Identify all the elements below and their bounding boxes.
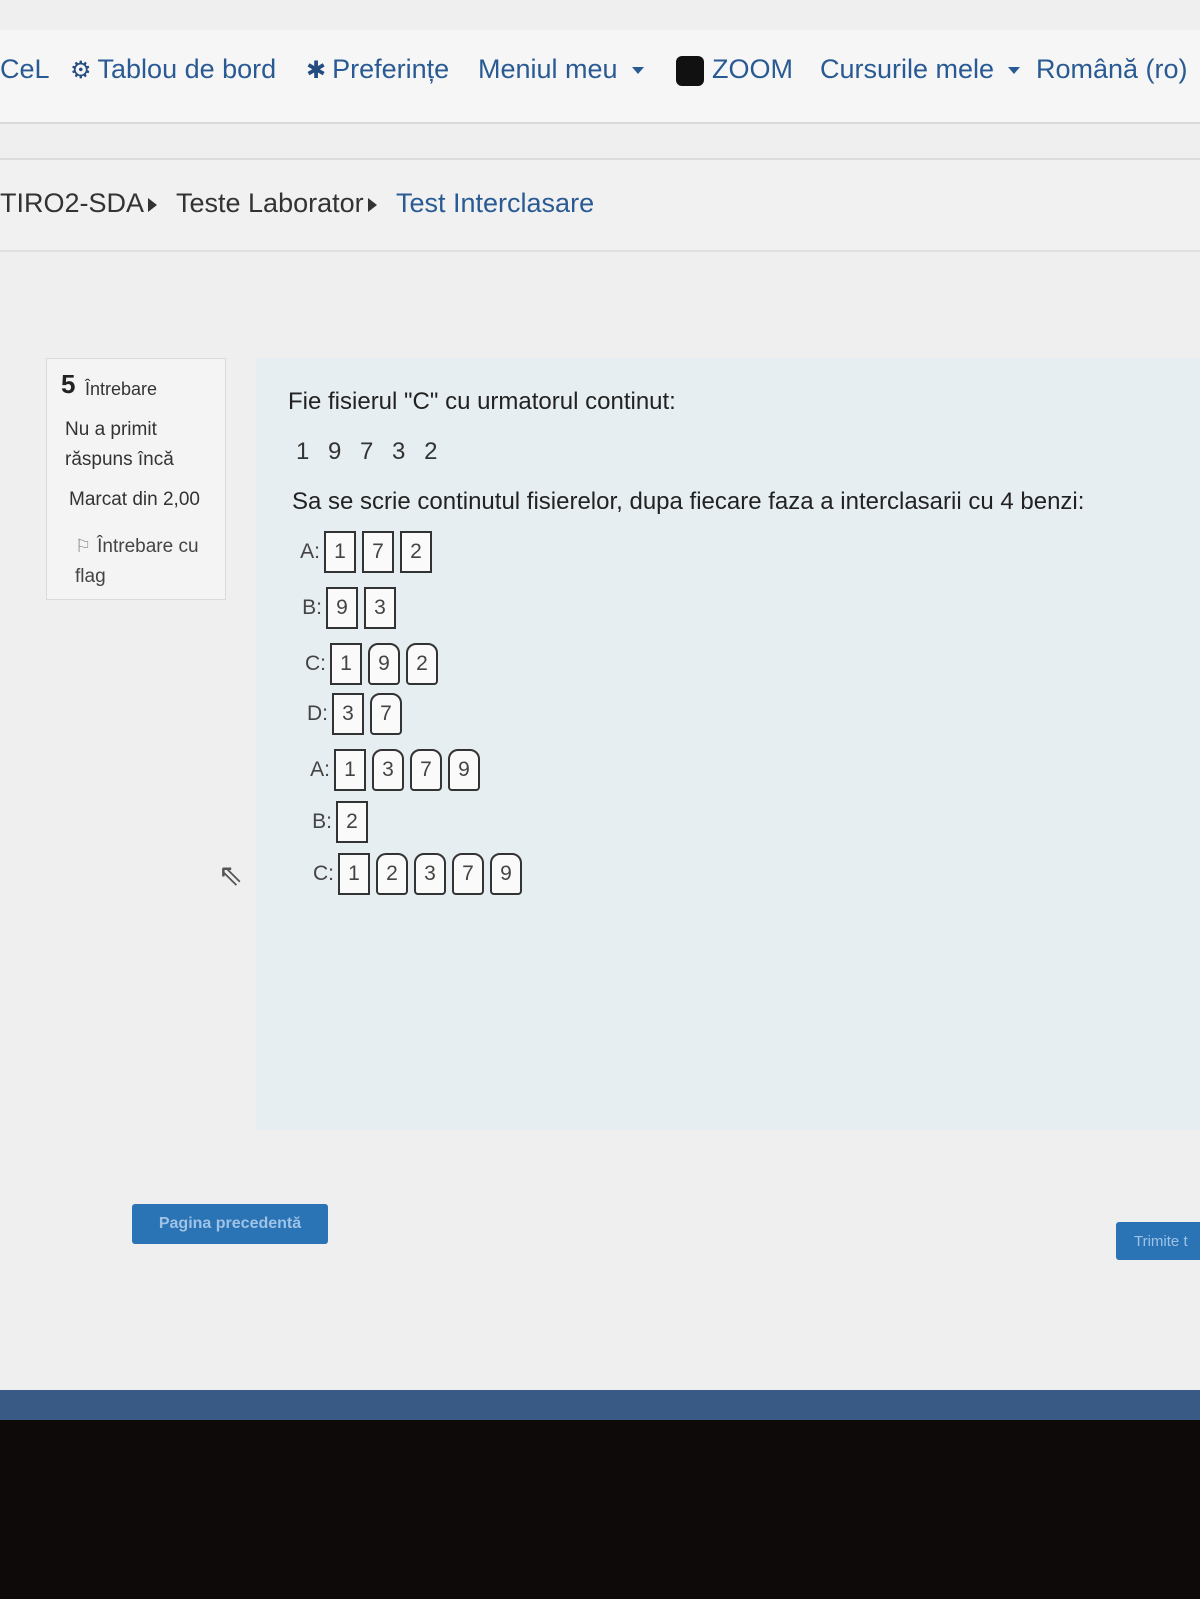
nav-my-menu[interactable]: Meniul meu (478, 54, 644, 85)
question-task: Sa se scrie continutul fisierelor, dupa … (292, 488, 1085, 515)
breadcrumb-separator-icon (368, 198, 377, 212)
answer-input[interactable]: 3 (332, 693, 364, 735)
tape-label: C: (305, 652, 326, 675)
answer-input[interactable]: 2 (400, 531, 432, 573)
nav-dashboard-label: Tablou de bord (97, 54, 277, 84)
answer-input[interactable]: 1 (330, 643, 362, 685)
breadcrumb: TIRO2-SDA Teste Laborator Test Interclas… (0, 158, 1200, 252)
nav-site-name[interactable]: CeL (0, 54, 50, 85)
flag-question-label: Întrebare cu flag (75, 536, 199, 587)
answer-input[interactable]: 2 (376, 853, 408, 895)
answer-row: C: 1 2 3 7 9 (308, 852, 528, 896)
question-mark: Marcat din 2,00 (69, 489, 200, 510)
top-navbar: CeL ⚙ Tablou de bord ✱ Preferințe Meniul m… (0, 30, 1200, 124)
nav-my-courses[interactable]: Cursurile mele (820, 54, 1021, 85)
answer-input[interactable]: 3 (414, 853, 446, 895)
nav-preferences-label: Preferințe (332, 54, 450, 84)
answer-input[interactable]: 7 (410, 749, 442, 791)
question-text: Fie fisierul "C" cu urmatorul continut: (288, 388, 676, 415)
answer-input[interactable]: 9 (448, 749, 480, 791)
tape-label: D: (307, 702, 328, 725)
nav-language[interactable]: Română (ro) (1036, 54, 1188, 85)
answer-input[interactable]: 9 (490, 853, 522, 895)
answer-input[interactable]: 3 (364, 587, 396, 629)
answer-input[interactable]: 7 (362, 531, 394, 573)
chevron-down-icon (631, 67, 644, 75)
gear-icon: ✱ (306, 57, 327, 84)
answer-input[interactable]: 1 (334, 749, 366, 791)
dashboard-icon: ⚙ (70, 57, 92, 84)
answer-row: B: 9 3 (296, 586, 402, 630)
answer-input[interactable]: 7 (370, 693, 402, 735)
nav-my-menu-label: Meniul meu (478, 54, 618, 84)
answer-input[interactable]: 2 (336, 801, 368, 843)
answer-input[interactable]: 3 (372, 749, 404, 791)
answer-row: D: 3 7 (302, 692, 408, 736)
breadcrumb-course[interactable]: TIRO2-SDA (0, 188, 144, 219)
submit-button[interactable]: Trimite t (1116, 1222, 1200, 1260)
breadcrumb-lab-tests[interactable]: Teste Laborator (176, 188, 364, 219)
mouse-cursor-icon: ⇖ (218, 859, 244, 892)
answer-input[interactable]: 9 (326, 587, 358, 629)
answer-row: C: 1 9 2 (300, 642, 444, 686)
nav-preferences[interactable]: ✱ Preferințe (306, 54, 449, 85)
answer-row: A: 1 7 2 (294, 530, 438, 574)
breadcrumb-current-test[interactable]: Test Interclasare (396, 188, 594, 219)
question-state: Nu a primit răspuns încă (65, 419, 174, 470)
answer-row: A: 1 3 7 9 (304, 748, 486, 792)
answer-input[interactable]: 1 (324, 531, 356, 573)
question-info-card: 5 Întrebare Nu a primit răspuns încă Mar… (46, 358, 226, 600)
answer-row: B: 2 (306, 800, 374, 844)
tape-label: A: (310, 758, 330, 781)
chevron-down-icon (1008, 67, 1021, 75)
screen: CeL ⚙ Tablou de bord ✱ Preferințe Meniul m… (0, 0, 1200, 1390)
nav-zoom-label: ZOOM (712, 54, 793, 84)
tape-label: C: (313, 862, 334, 885)
previous-page-button[interactable]: Pagina precedentă (132, 1204, 328, 1244)
monitor-bezel (0, 1420, 1200, 1599)
question-content: Fie fisierul "C" cu urmatorul continut: … (256, 358, 1200, 1130)
tape-label: A: (300, 540, 320, 563)
answer-input[interactable]: 2 (406, 643, 438, 685)
flag-icon: ⚐ (75, 536, 92, 556)
answer-input[interactable]: 1 (338, 853, 370, 895)
answer-input[interactable]: 9 (368, 643, 400, 685)
tape-label: B: (312, 810, 332, 833)
nav-my-courses-label: Cursurile mele (820, 54, 995, 84)
nav-zoom[interactable]: ZOOM (676, 54, 793, 86)
flag-question-link[interactable]: ⚐ Întrebare cu flag (75, 531, 225, 592)
breadcrumb-separator-icon (148, 198, 157, 212)
file-content-sequence: 1 9 7 3 2 (296, 438, 444, 465)
zoom-icon (676, 55, 704, 86)
question-number: 5 (61, 369, 76, 399)
question-word: Întrebare (85, 379, 158, 399)
answer-input[interactable]: 7 (452, 853, 484, 895)
nav-dashboard[interactable]: ⚙ Tablou de bord (70, 54, 276, 85)
tape-label: B: (302, 596, 322, 619)
